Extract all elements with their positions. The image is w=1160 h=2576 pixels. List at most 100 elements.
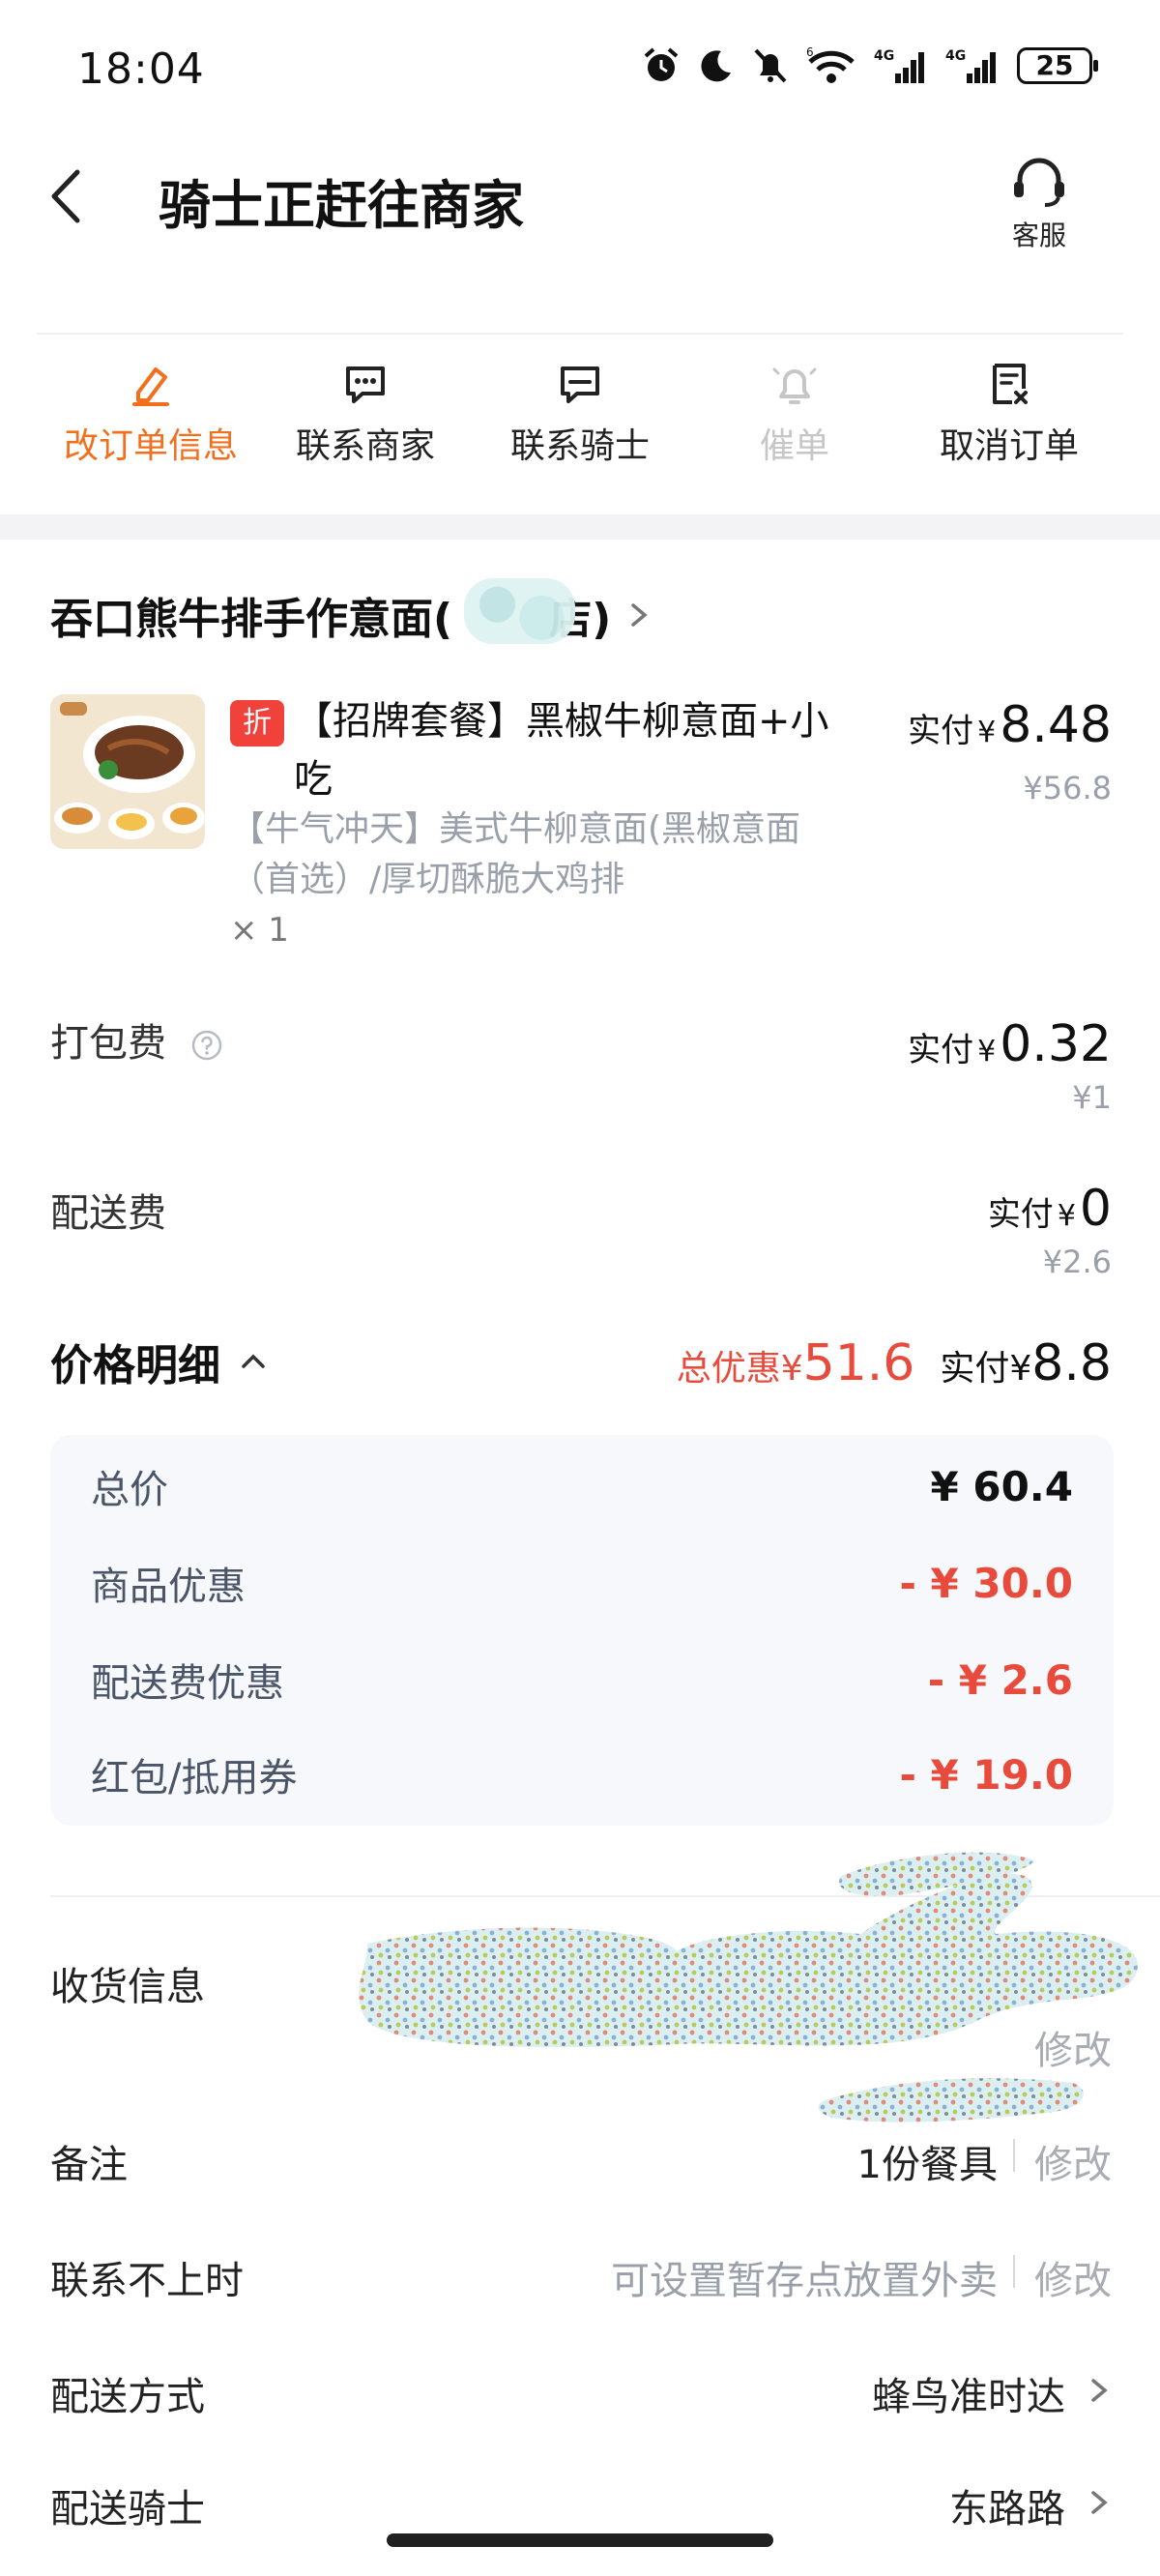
action-bar: 改订单信息 联系商家 联系骑士 催单 取消订单 xyxy=(0,348,1160,493)
status-bar: 18:04 6 4G 4G 25 xyxy=(0,0,1160,135)
signal-4g-icon: 4G xyxy=(874,48,924,83)
contact-merchant-button[interactable]: 联系商家 xyxy=(258,348,473,493)
paid-label: 实付 xyxy=(987,1195,1054,1234)
breakdown-row: 商品优惠 - ¥ 30.0 xyxy=(91,1555,1073,1611)
rider-value[interactable]: 东路路 xyxy=(949,2477,1065,2533)
product-name-text: 【招牌套餐】黑椒牛柳意面+小吃 xyxy=(294,699,829,802)
breakdown-row: 红包/抵用券 - ¥ 19.0 xyxy=(91,1746,1073,1802)
wifi-icon: 6 xyxy=(806,46,855,83)
breakdown-label: 总价 xyxy=(91,1468,168,1512)
product-image xyxy=(50,694,205,849)
header-divider xyxy=(37,333,1123,335)
unreachable-edit-button[interactable]: 修改 xyxy=(1034,2249,1112,2305)
chevron-right-icon xyxy=(1091,2379,1108,2402)
breakdown-value: ¥ 60.4 xyxy=(930,1462,1073,1510)
status-time: 18:04 xyxy=(77,44,205,94)
breakdown-value: - ¥ 2.6 xyxy=(927,1655,1073,1704)
cancel-doc-icon xyxy=(993,364,1028,404)
currency-symbol: ¥ xyxy=(977,716,997,749)
product-original-price: ¥56.8 xyxy=(1023,770,1112,806)
delivery-method-label: 配送方式 xyxy=(50,2375,205,2419)
chat-icon xyxy=(561,366,599,403)
total-discount-value: 51.6 xyxy=(802,1334,915,1392)
cancel-order-label: 取消订单 xyxy=(939,426,1079,466)
status-icons: 6 4G 4G 25 xyxy=(642,46,1098,85)
delivery-fee-paid: 实付 ¥0 xyxy=(988,1180,1112,1238)
signal-4g-icon-2: 4G xyxy=(945,48,996,83)
svg-text:4G: 4G xyxy=(874,48,894,64)
chat-icon xyxy=(346,366,385,403)
edit-icon xyxy=(132,367,169,406)
customer-service-button[interactable]: 客服 xyxy=(996,157,1083,253)
paid-value: 0 xyxy=(1079,1180,1112,1238)
paid-label: 实付 xyxy=(908,1031,974,1069)
store-name-redaction xyxy=(464,578,575,644)
product-paid-price: 实付 ¥8.48 xyxy=(908,696,1112,754)
breakdown-label: 红包/抵用券 xyxy=(91,1756,298,1800)
note-label: 备注 xyxy=(50,2143,128,2187)
contact-rider-label: 联系骑士 xyxy=(509,426,650,466)
cancel-order-button[interactable]: 取消订单 xyxy=(902,348,1116,493)
packing-fee-row: 打包费 xyxy=(50,1011,223,1068)
store-name-prefix: 吞口熊牛排手作意面( xyxy=(50,595,453,644)
contact-rider-button[interactable]: 联系骑士 xyxy=(473,348,687,493)
rider-label: 配送骑士 xyxy=(50,2487,205,2532)
chevron-up-icon xyxy=(242,1354,265,1368)
unreachable-label: 联系不上时 xyxy=(50,2259,244,2303)
currency-symbol: ¥ xyxy=(977,1035,997,1068)
alarm-icon xyxy=(644,47,679,81)
total-paid-value: 8.8 xyxy=(1031,1334,1112,1392)
delivery-method-value[interactable]: 蜂鸟准时达 xyxy=(872,2365,1065,2421)
address-edit-button[interactable]: 修改 xyxy=(1034,2019,1112,2075)
moon-icon xyxy=(701,50,731,82)
price-detail-summary: 总优惠¥ 51.6 实付¥ 8.8 xyxy=(677,1334,1112,1392)
home-indicator[interactable] xyxy=(387,2533,773,2547)
back-button[interactable] xyxy=(35,162,102,230)
urge-order-button[interactable]: 催单 xyxy=(687,348,902,493)
food-plate-illustration xyxy=(50,694,205,849)
unreachable-value: 可设置暂存点放置外卖 xyxy=(611,2259,998,2303)
price-detail-title: 价格明细 xyxy=(50,1341,220,1390)
edit-separator xyxy=(1013,2139,1015,2172)
svg-text:4G: 4G xyxy=(945,48,966,64)
note-value: 1份餐具 xyxy=(856,2143,998,2187)
paid-label: 实付 xyxy=(908,712,974,750)
battery-indicator: 25 xyxy=(1017,47,1098,84)
help-circle-icon[interactable] xyxy=(190,1029,223,1062)
discount-tag: 折 xyxy=(230,700,284,746)
chevron-right-icon xyxy=(1091,2491,1108,2514)
edit-order-button[interactable]: 改订单信息 xyxy=(44,348,258,493)
service-label: 客服 xyxy=(1011,220,1066,251)
packing-fee-original: ¥1 xyxy=(1072,1079,1112,1116)
breakdown-row: 总价 ¥ 60.4 xyxy=(91,1458,1073,1514)
breakdown-value: - ¥ 19.0 xyxy=(899,1750,1073,1799)
product-quantity: × 1 xyxy=(230,911,289,950)
header: 骑士正赶往商家 客服 xyxy=(0,145,1160,261)
note-edit-button[interactable]: 修改 xyxy=(1034,2133,1112,2189)
svg-text:6: 6 xyxy=(806,46,814,59)
currency-symbol: ¥ xyxy=(1057,1199,1076,1233)
address-redaction-scribble xyxy=(359,1852,1139,2122)
paid-value: 8.48 xyxy=(1000,696,1112,754)
urge-order-label: 催单 xyxy=(759,426,829,466)
edit-order-label: 改订单信息 xyxy=(63,426,238,466)
address-label: 收货信息 xyxy=(50,1965,205,2009)
breakdown-label: 商品优惠 xyxy=(91,1565,246,1609)
packing-fee-paid: 实付 ¥0.32 xyxy=(908,1015,1112,1073)
total-paid-label: 实付¥ xyxy=(940,1349,1032,1389)
page-title: 骑士正赶往商家 xyxy=(159,175,524,236)
product-spec: 【牛气冲天】美式牛柳意面(黑椒意面（首选）/厚切酥脆大鸡排 xyxy=(230,809,801,899)
price-detail-toggle[interactable]: 价格明细 xyxy=(50,1331,273,1392)
order-detail-page: 18:04 6 4G 4G 25 骑士正赶往商家 客服 改订单信息 联系商家 联… xyxy=(0,0,1160,2576)
delivery-fee-label: 配送费 xyxy=(50,1191,166,1236)
section-separator xyxy=(0,514,1160,540)
packing-fee-label: 打包费 xyxy=(50,1021,166,1066)
contact-merchant-label: 联系商家 xyxy=(295,426,435,466)
back-arrow-icon xyxy=(51,169,80,223)
edit-separator xyxy=(1013,2255,1015,2288)
product-name: 【招牌套餐】黑椒牛柳意面+小吃 xyxy=(294,692,835,808)
breakdown-label: 配送费优惠 xyxy=(91,1661,284,1706)
chevron-right-icon xyxy=(631,603,648,627)
delivery-fee-original: ¥2.6 xyxy=(1042,1244,1112,1280)
breakdown-row: 配送费优惠 - ¥ 2.6 xyxy=(91,1652,1073,1708)
